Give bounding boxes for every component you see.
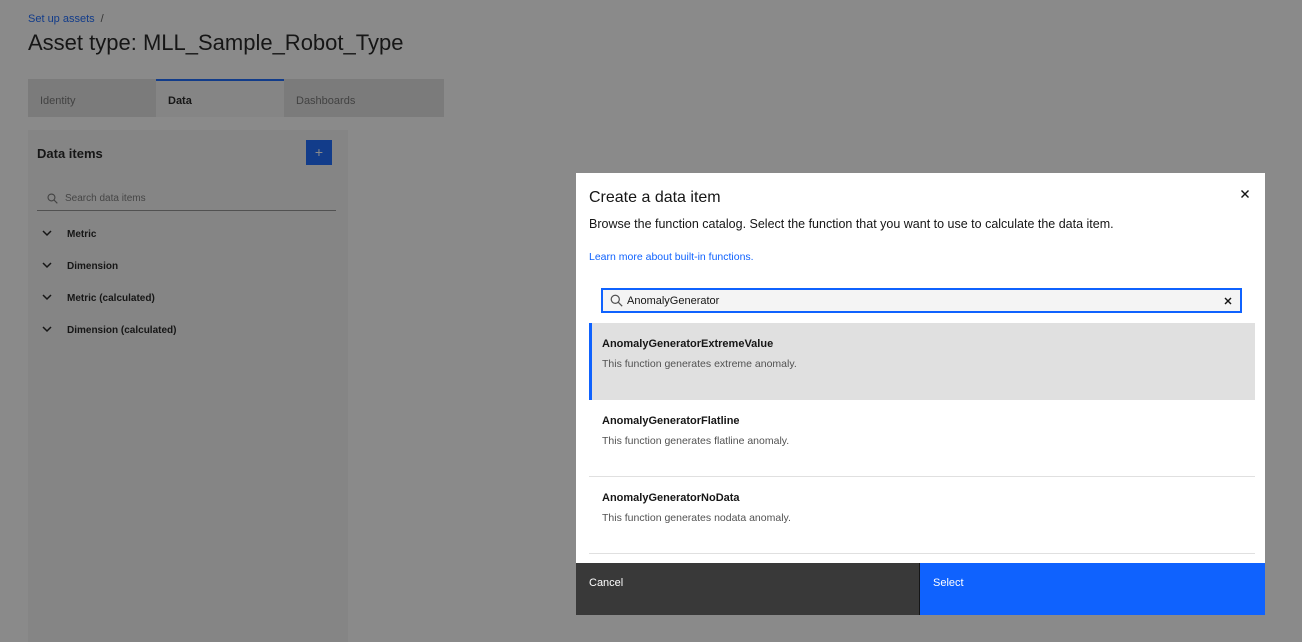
function-result-item[interactable]: AnomalyGeneratorExtremeValue This functi… [589, 323, 1255, 400]
function-name: AnomalyGeneratorExtremeValue [602, 338, 774, 350]
function-results-list: AnomalyGeneratorExtremeValue This functi… [589, 323, 1255, 554]
learn-more-link[interactable]: Learn more about built-in functions. [589, 251, 754, 263]
create-data-item-modal: Create a data item Browse the function c… [576, 173, 1265, 615]
search-icon [610, 294, 623, 312]
function-description: This function generates extreme anomaly. [602, 358, 797, 370]
function-search [601, 288, 1242, 313]
select-button[interactable]: Select [920, 563, 1265, 615]
clear-icon[interactable] [1219, 292, 1237, 310]
modal-footer: Cancel Select [576, 563, 1265, 615]
function-search-input[interactable] [627, 292, 1207, 309]
close-icon[interactable] [1236, 185, 1254, 203]
function-description: This function generates flatline anomaly… [602, 435, 790, 447]
function-description: This function generates nodata anomaly. [602, 512, 791, 524]
function-name: AnomalyGeneratorFlatline [602, 415, 740, 427]
modal-description: Browse the function catalog. Select the … [589, 217, 1114, 231]
function-result-item[interactable]: AnomalyGeneratorFlatline This function g… [589, 400, 1255, 477]
modal-title: Create a data item [589, 189, 721, 206]
function-result-item[interactable]: AnomalyGeneratorNoData This function gen… [589, 477, 1255, 554]
function-name: AnomalyGeneratorNoData [602, 492, 740, 504]
cancel-button[interactable]: Cancel [576, 563, 920, 615]
